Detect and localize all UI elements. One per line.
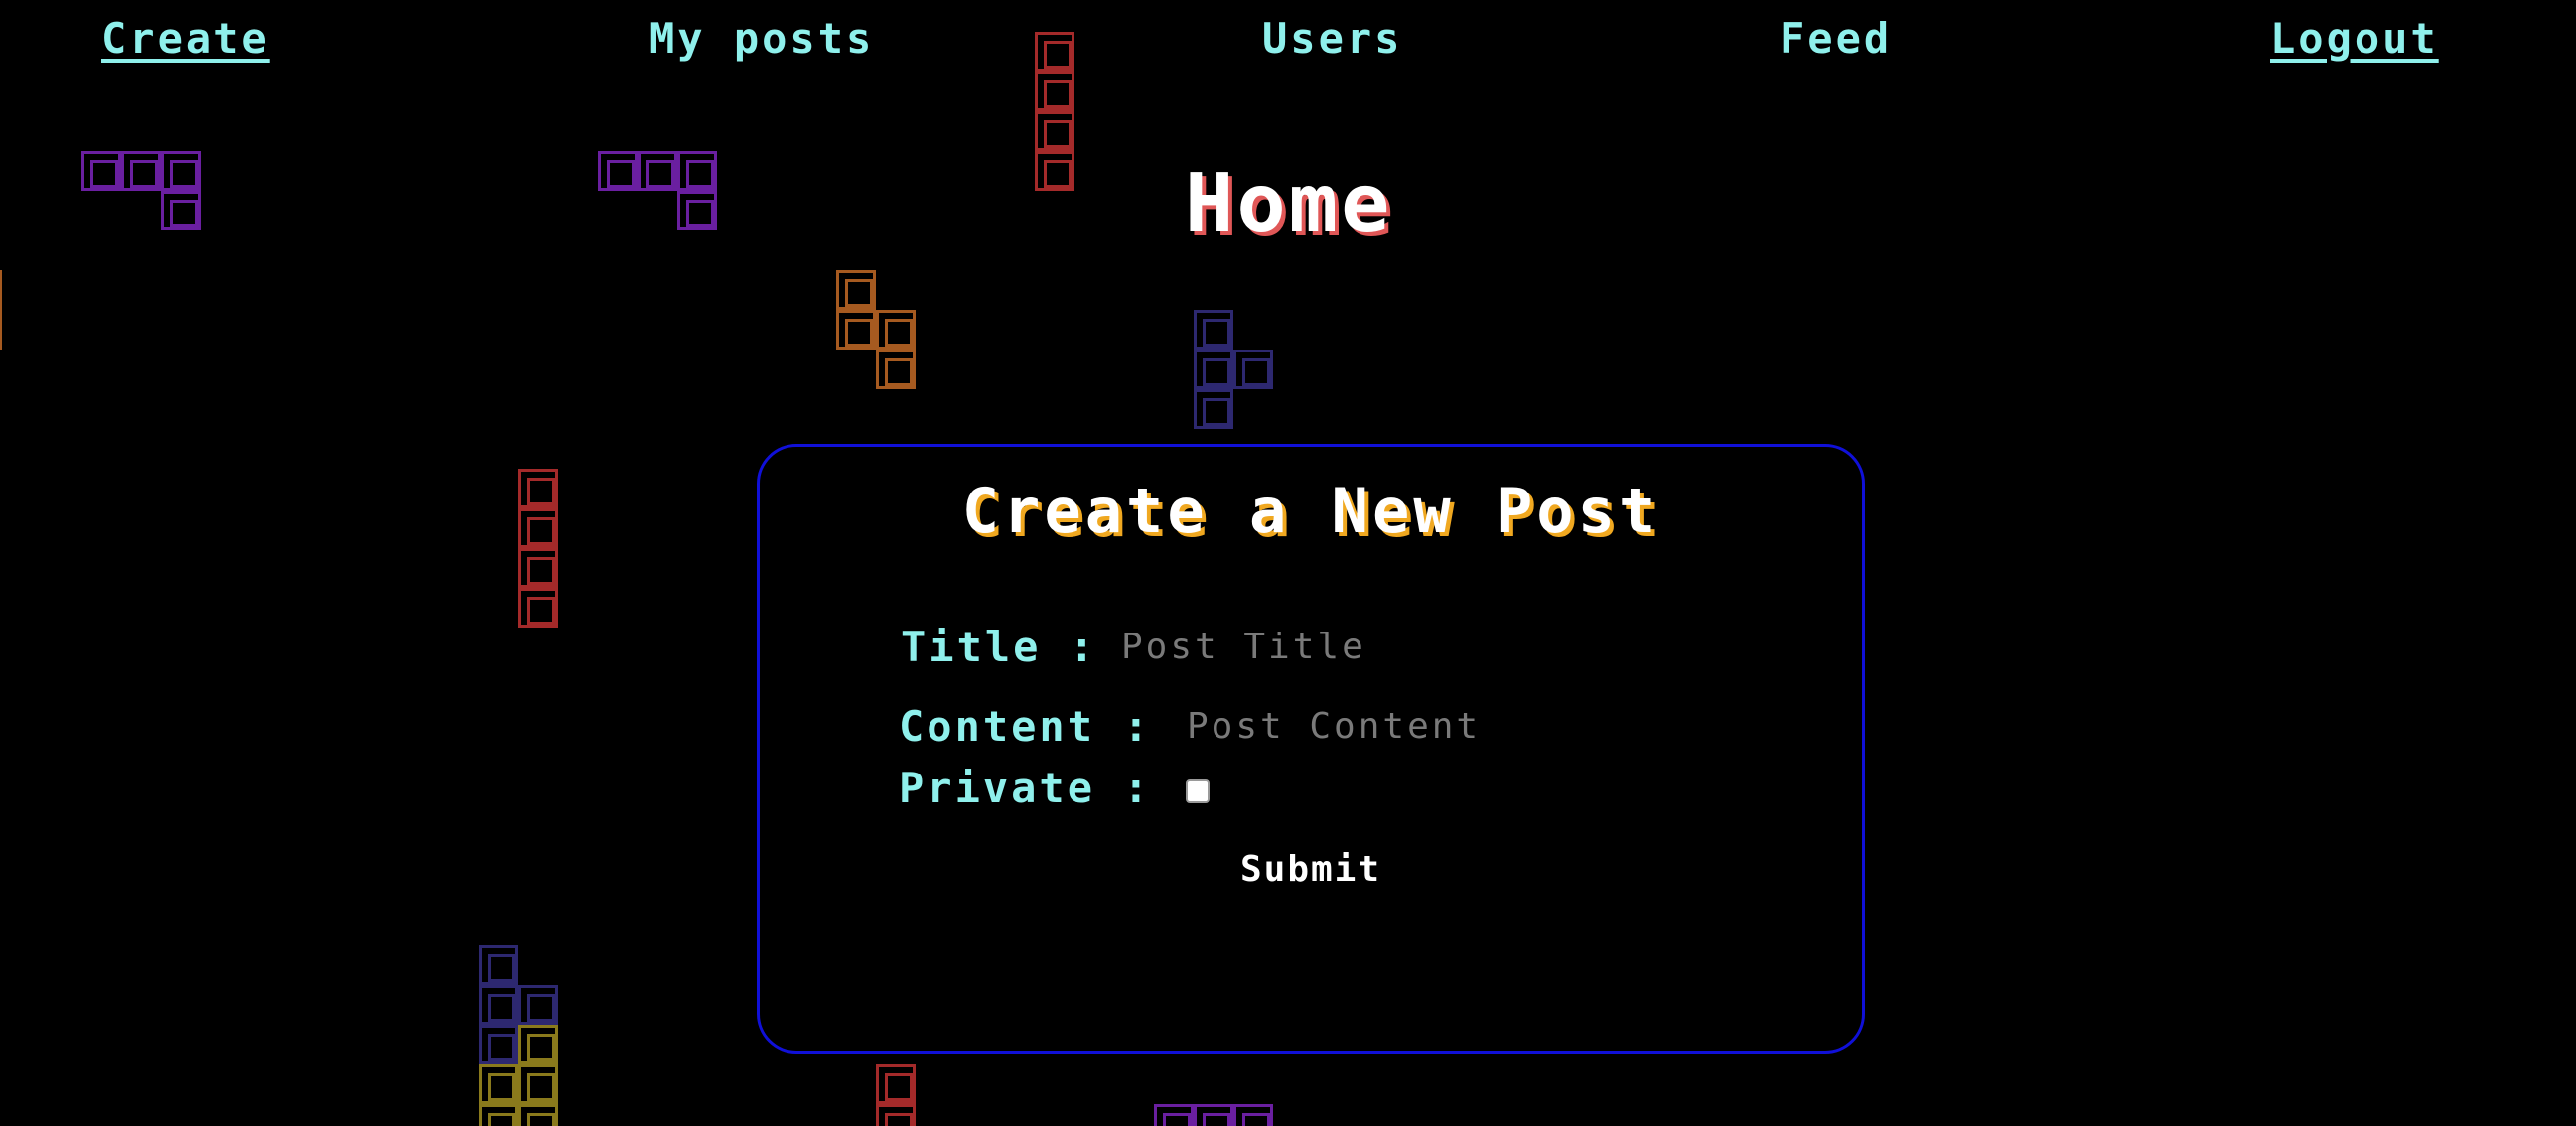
- content-input[interactable]: [1187, 701, 1743, 753]
- nav-feed-link[interactable]: Feed: [1780, 10, 1892, 68]
- nav-logout-link[interactable]: Logout: [2270, 10, 2439, 68]
- title-label: Title :: [901, 623, 1098, 671]
- form-heading: Create a New Post: [961, 475, 1660, 547]
- private-checkbox[interactable]: [1186, 779, 1210, 803]
- submit-button[interactable]: Submit: [760, 846, 1862, 894]
- private-label: Private :: [899, 764, 1152, 812]
- nav-create-link[interactable]: Create: [101, 10, 270, 68]
- title-input[interactable]: [1121, 622, 1677, 673]
- content-label: Content :: [899, 702, 1152, 751]
- create-post-form: Create a New Post Title : Content : Priv…: [757, 444, 1865, 1054]
- nav-my-posts-link[interactable]: My posts: [649, 10, 874, 68]
- nav-users-link[interactable]: Users: [1262, 10, 1402, 68]
- page-title: Home: [1185, 157, 1393, 251]
